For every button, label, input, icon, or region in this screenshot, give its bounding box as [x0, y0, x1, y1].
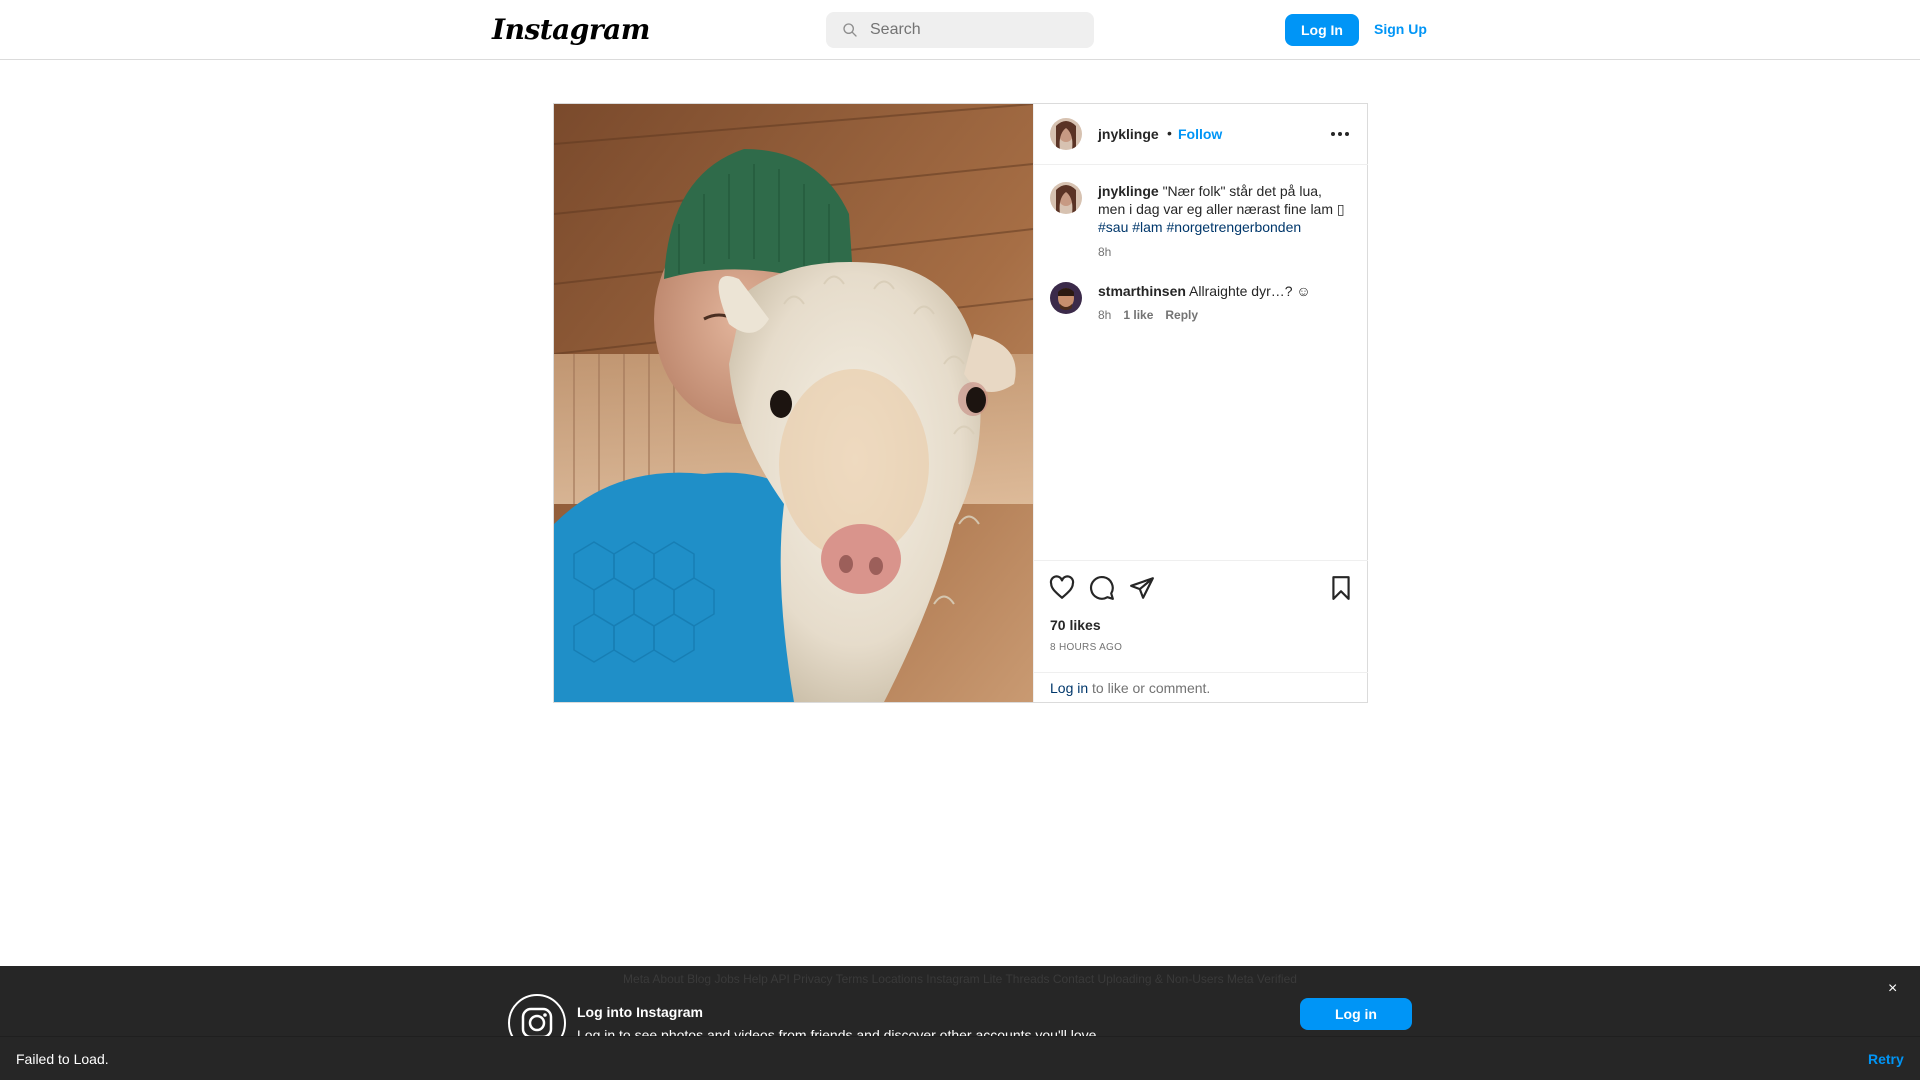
post-image	[554, 104, 1033, 702]
hashtag-link[interactable]: #sau	[1098, 219, 1128, 235]
login-link[interactable]: Log in	[1050, 680, 1088, 696]
caption-glyph: ▯	[1336, 201, 1345, 217]
more-options-icon[interactable]	[1329, 126, 1351, 142]
caption-age: 8h	[1098, 245, 1112, 259]
toast-message: Failed to Load.	[16, 1051, 109, 1067]
banner-login-button[interactable]: Log in	[1300, 998, 1412, 1030]
login-prompt-text: to like or comment.	[1088, 680, 1211, 696]
author-username[interactable]: jnyklinge	[1098, 126, 1159, 142]
post-timestamp: 8 HOURS AGO	[1050, 642, 1123, 653]
retry-button[interactable]: Retry	[1868, 1051, 1904, 1067]
post-photo[interactable]	[554, 104, 1033, 702]
comment-text: stmarthinsen Allraighte dyr…? ☺	[1098, 282, 1348, 300]
comment-likes[interactable]: 1 like	[1123, 308, 1153, 322]
caption-meta: 8h	[1098, 245, 1111, 259]
comment-age: 8h	[1098, 308, 1112, 322]
caption: jnyklinge "Nær folk" står det på lua, me…	[1050, 182, 1350, 262]
instagram-logo[interactable]: Instagram	[492, 13, 650, 46]
search-input[interactable]	[870, 21, 1070, 39]
footer-links-faded: Meta About Blog Jobs Help API Privacy Te…	[623, 972, 1297, 986]
likes-count[interactable]: 70 likes	[1050, 617, 1101, 633]
top-navigation-bar: Instagram Log In Sign Up	[0, 0, 1920, 60]
post-actions: 70 likes 8 HOURS AGO Log in to like or c…	[1034, 560, 1368, 702]
login-button[interactable]: Log In	[1285, 14, 1359, 46]
signup-link[interactable]: Sign Up	[1374, 21, 1427, 37]
follow-button[interactable]: Follow	[1178, 126, 1222, 142]
hashtag-link[interactable]: #lam	[1132, 219, 1162, 235]
hashtag-link[interactable]: #norgetrengerbonden	[1167, 219, 1302, 235]
heart-icon[interactable]	[1049, 575, 1075, 601]
comment-username[interactable]: stmarthinsen	[1098, 283, 1186, 299]
author-avatar[interactable]	[1050, 118, 1082, 150]
share-icon[interactable]	[1129, 575, 1155, 601]
comment-body: Allraighte dyr…? ☺	[1189, 283, 1311, 299]
login-prompt: Log in to like or comment.	[1034, 672, 1368, 703]
banner-title: Log into Instagram	[577, 1004, 703, 1020]
close-icon[interactable]: ×	[1888, 980, 1897, 998]
comment-meta: 8h 1 like Reply	[1098, 308, 1198, 322]
reply-button[interactable]: Reply	[1165, 308, 1198, 322]
commenter-avatar[interactable]	[1050, 282, 1082, 314]
separator-dot: •	[1167, 125, 1172, 141]
post-card: jnyklinge • Follow jnyklinge "Nær folk" …	[553, 103, 1368, 703]
error-toast: Failed to Load. Retry	[0, 1036, 1920, 1080]
search-icon	[843, 23, 857, 37]
bookmark-icon[interactable]	[1328, 575, 1354, 601]
search-box[interactable]	[826, 12, 1094, 48]
post-header: jnyklinge • Follow	[1034, 104, 1368, 165]
caption-text: jnyklinge "Nær folk" står det på lua, me…	[1098, 182, 1348, 236]
comment: stmarthinsen Allraighte dyr…? ☺ 8h 1 lik…	[1050, 282, 1350, 332]
caption-avatar[interactable]	[1050, 182, 1082, 214]
post-sidebar: jnyklinge • Follow jnyklinge "Nær folk" …	[1033, 104, 1368, 702]
comment-icon[interactable]	[1089, 575, 1115, 601]
caption-username[interactable]: jnyklinge	[1098, 183, 1159, 199]
